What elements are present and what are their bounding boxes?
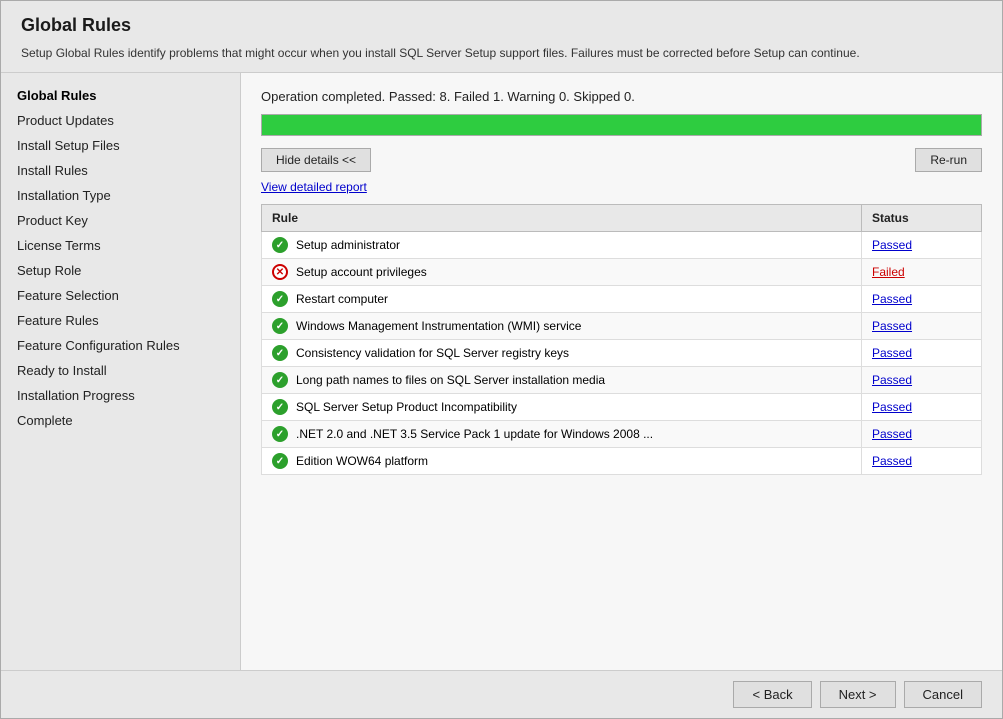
sidebar-item-install-rules[interactable]: Install Rules	[1, 158, 240, 183]
status-passed-link[interactable]: Passed	[872, 292, 912, 306]
table-row: ✓ Windows Management Instrumentation (WMI…	[262, 313, 982, 340]
sidebar-item-feature-configuration-rules[interactable]: Feature Configuration Rules	[1, 333, 240, 358]
rule-cell: ✓ Windows Management Instrumentation (WMI…	[262, 313, 862, 340]
status-cell[interactable]: Passed	[862, 286, 982, 313]
window-header: Global Rules Setup Global Rules identify…	[1, 1, 1002, 73]
status-cell[interactable]: Passed	[862, 340, 982, 367]
rule-text: .NET 2.0 and .NET 3.5 Service Pack 1 upd…	[296, 427, 653, 441]
status-passed-link[interactable]: Passed	[872, 400, 912, 414]
sidebar-item-ready-to-install[interactable]: Ready to Install	[1, 358, 240, 383]
status-passed-link[interactable]: Passed	[872, 373, 912, 387]
status-cell[interactable]: Passed	[862, 313, 982, 340]
status-passed-link[interactable]: Passed	[872, 427, 912, 441]
status-cell[interactable]: Passed	[862, 448, 982, 475]
sidebar-item-install-setup-files[interactable]: Install Setup Files	[1, 133, 240, 158]
page-description: Setup Global Rules identify problems tha…	[21, 44, 881, 62]
rerun-button[interactable]: Re-run	[915, 148, 982, 172]
pass-icon: ✓	[272, 399, 288, 415]
page-title: Global Rules	[21, 15, 982, 36]
window-body: Global RulesProduct UpdatesInstall Setup…	[1, 73, 1002, 670]
next-button[interactable]: Next >	[820, 681, 896, 708]
table-row: ✓ .NET 2.0 and .NET 3.5 Service Pack 1 up…	[262, 421, 982, 448]
rule-cell: ✓ Setup administrator	[262, 232, 862, 259]
window-footer: < Back Next > Cancel	[1, 670, 1002, 718]
pass-icon: ✓	[272, 291, 288, 307]
rule-cell: ✓ Edition WOW64 platform	[262, 448, 862, 475]
progress-bar-container	[261, 114, 982, 136]
status-passed-link[interactable]: Passed	[872, 454, 912, 468]
sidebar-item-complete[interactable]: Complete	[1, 408, 240, 433]
rule-text: Consistency validation for SQL Server re…	[296, 346, 569, 360]
sidebar-item-license-terms[interactable]: License Terms	[1, 233, 240, 258]
rule-cell: ✓ Long path names to files on SQL Server …	[262, 367, 862, 394]
sidebar: Global RulesProduct UpdatesInstall Setup…	[1, 73, 241, 670]
rule-cell: ✓ Consistency validation for SQL Server r…	[262, 340, 862, 367]
fail-icon: ✕	[272, 264, 288, 280]
status-cell[interactable]: Passed	[862, 367, 982, 394]
hide-details-button[interactable]: Hide details <<	[261, 148, 371, 172]
pass-icon: ✓	[272, 237, 288, 253]
rule-text: Setup administrator	[296, 238, 400, 252]
back-button[interactable]: < Back	[733, 681, 811, 708]
cancel-button[interactable]: Cancel	[904, 681, 982, 708]
rule-cell: ✕ Setup account privileges	[262, 259, 862, 286]
rule-text: Long path names to files on SQL Server i…	[296, 373, 605, 387]
sidebar-item-installation-type[interactable]: Installation Type	[1, 183, 240, 208]
table-row: ✕ Setup account privileges Failed	[262, 259, 982, 286]
rule-cell: ✓ .NET 2.0 and .NET 3.5 Service Pack 1 up…	[262, 421, 862, 448]
pass-icon: ✓	[272, 318, 288, 334]
progress-bar-fill	[262, 115, 981, 135]
pass-icon: ✓	[272, 372, 288, 388]
status-cell[interactable]: Failed	[862, 259, 982, 286]
sidebar-item-feature-selection[interactable]: Feature Selection	[1, 283, 240, 308]
rule-text: Windows Management Instrumentation (WMI)…	[296, 319, 581, 333]
table-row: ✓ Long path names to files on SQL Server …	[262, 367, 982, 394]
pass-icon: ✓	[272, 453, 288, 469]
status-passed-link[interactable]: Passed	[872, 319, 912, 333]
sidebar-item-installation-progress[interactable]: Installation Progress	[1, 383, 240, 408]
status-text: Operation completed. Passed: 8. Failed 1…	[261, 89, 982, 104]
rules-table-wrapper: Rule Status ✓ Setup administrator Passed ✕ S…	[261, 204, 982, 654]
sidebar-item-setup-role[interactable]: Setup Role	[1, 258, 240, 283]
status-cell[interactable]: Passed	[862, 232, 982, 259]
toolbar: Hide details << Re-run	[261, 148, 982, 172]
status-passed-link[interactable]: Passed	[872, 346, 912, 360]
pass-icon: ✓	[272, 345, 288, 361]
status-failed-link[interactable]: Failed	[872, 265, 905, 279]
table-row: ✓ SQL Server Setup Product Incompatibilit…	[262, 394, 982, 421]
main-content: Operation completed. Passed: 8. Failed 1…	[241, 73, 1002, 670]
sidebar-item-product-key[interactable]: Product Key	[1, 208, 240, 233]
rules-table: Rule Status ✓ Setup administrator Passed ✕ S…	[261, 204, 982, 475]
sidebar-item-global-rules[interactable]: Global Rules	[1, 83, 240, 108]
status-cell[interactable]: Passed	[862, 394, 982, 421]
sidebar-item-feature-rules[interactable]: Feature Rules	[1, 308, 240, 333]
table-row: ✓ Restart computer Passed	[262, 286, 982, 313]
rule-text: Edition WOW64 platform	[296, 454, 428, 468]
rule-text: SQL Server Setup Product Incompatibility	[296, 400, 517, 414]
rule-cell: ✓ SQL Server Setup Product Incompatibilit…	[262, 394, 862, 421]
col-header-status: Status	[862, 205, 982, 232]
status-passed-link[interactable]: Passed	[872, 238, 912, 252]
rule-text: Setup account privileges	[296, 265, 427, 279]
table-row: ✓ Consistency validation for SQL Server r…	[262, 340, 982, 367]
sidebar-item-product-updates[interactable]: Product Updates	[1, 108, 240, 133]
table-row: ✓ Edition WOW64 platform Passed	[262, 448, 982, 475]
rule-text: Restart computer	[296, 292, 388, 306]
pass-icon: ✓	[272, 426, 288, 442]
col-header-rule: Rule	[262, 205, 862, 232]
status-cell[interactable]: Passed	[862, 421, 982, 448]
table-header-row: Rule Status	[262, 205, 982, 232]
table-row: ✓ Setup administrator Passed	[262, 232, 982, 259]
view-report-link[interactable]: View detailed report	[261, 180, 982, 194]
main-window: Global Rules Setup Global Rules identify…	[0, 0, 1003, 719]
rule-cell: ✓ Restart computer	[262, 286, 862, 313]
